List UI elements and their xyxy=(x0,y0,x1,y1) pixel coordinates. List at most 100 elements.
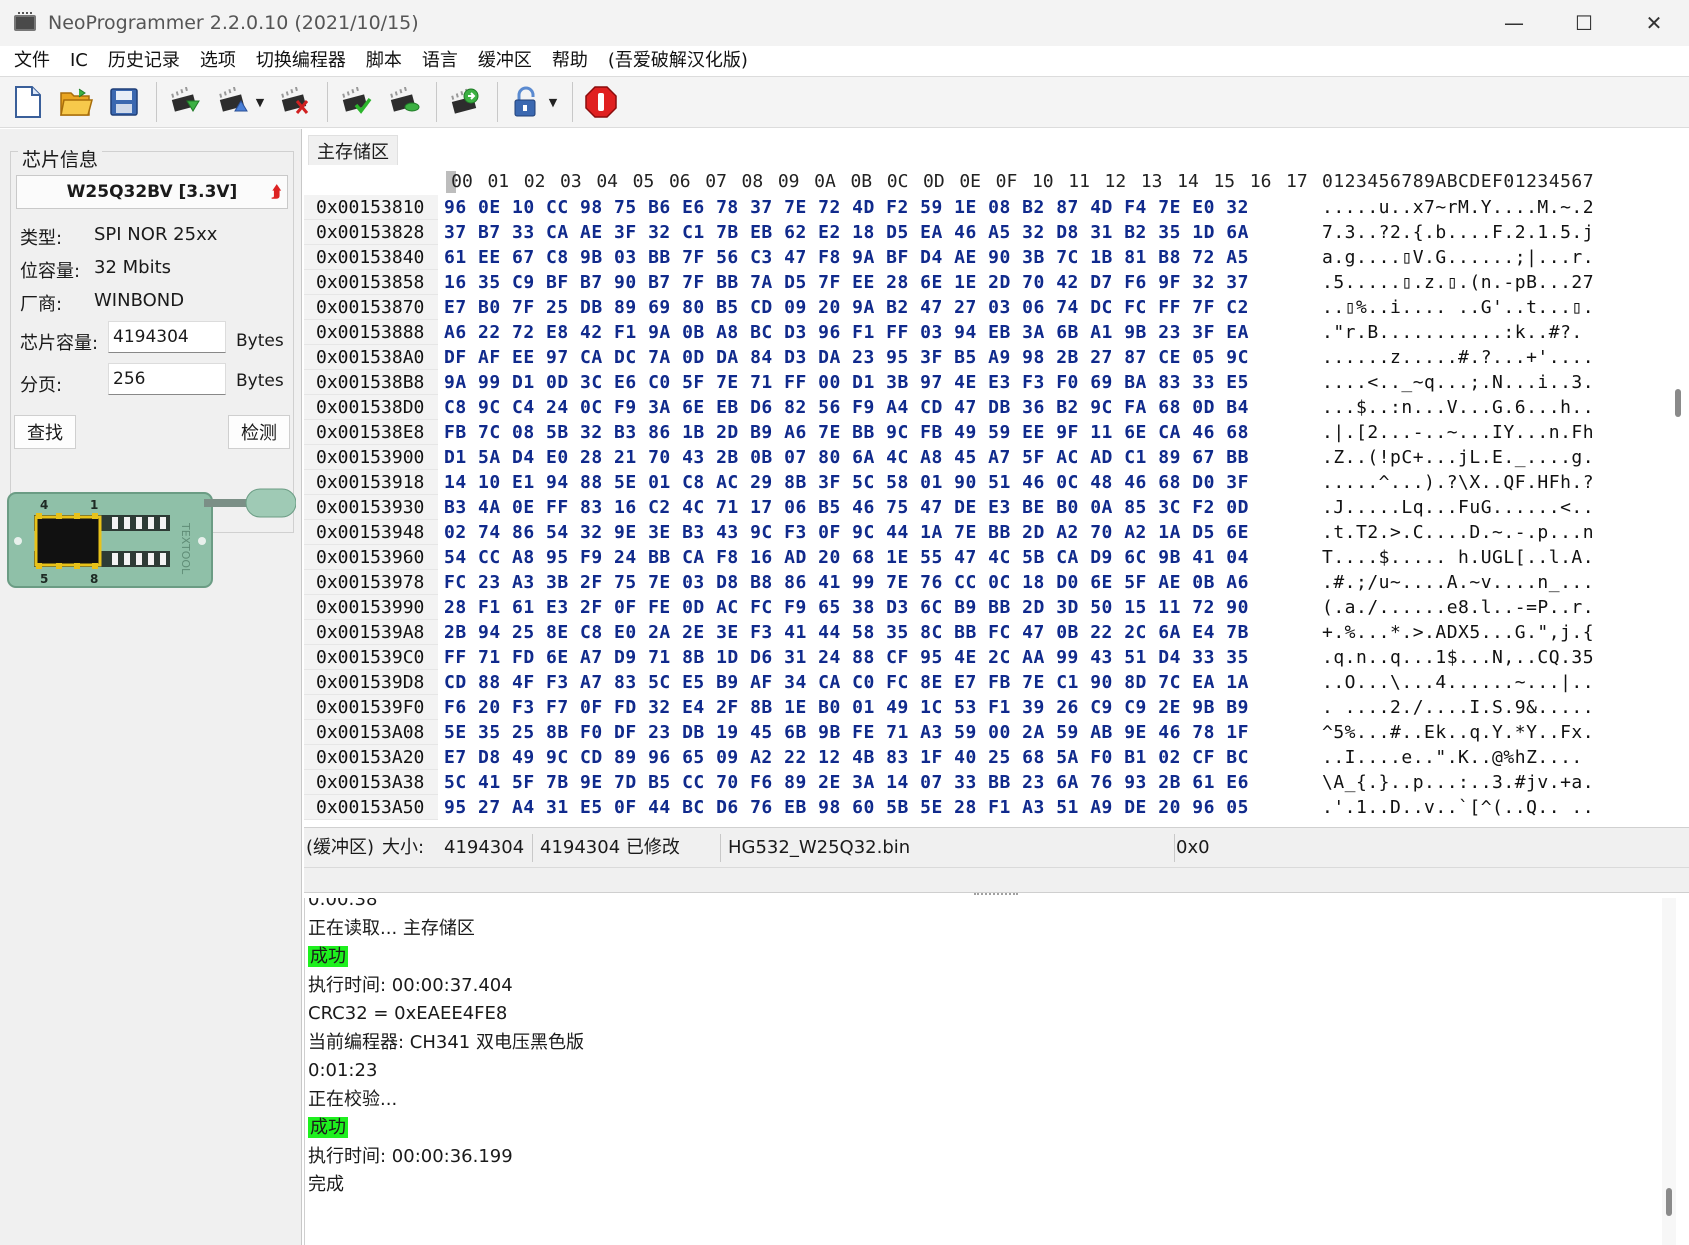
menu-switch-programmer[interactable]: 切换编程器 xyxy=(246,46,356,76)
hex-row-ascii[interactable]: ."r.B...........:k..#?. xyxy=(1322,320,1583,345)
detect-button[interactable]: 检测 xyxy=(228,415,290,449)
menu-history[interactable]: 历史记录 xyxy=(98,46,190,76)
page-size-field[interactable]: 256 xyxy=(108,363,226,395)
hex-row-ascii[interactable]: .'.1..D..v..`[^(..Q.. .. xyxy=(1322,795,1594,820)
hex-row[interactable]: 0x00153840 61 EE 67 C8 9B 03 BB 7F 56 C3 … xyxy=(304,245,1664,270)
panel-splitter[interactable] xyxy=(974,893,1018,897)
hex-row[interactable]: 0x00153918 14 10 E1 94 88 5E 01 C8 AC 29 … xyxy=(304,470,1664,495)
hex-row-ascii[interactable]: 7.3..?2.{.b....F.2.1.5.j xyxy=(1322,220,1594,245)
hex-row[interactable]: 0x001538B8 9A 99 D1 0D 3C E6 C0 5F 7E 71 … xyxy=(304,370,1664,395)
hex-row-ascii[interactable]: .....^...).?\X..QF.HFh.? xyxy=(1322,470,1594,495)
hex-row[interactable]: 0x00153930 B3 4A 0E FF 83 16 C2 4C 71 17 … xyxy=(304,495,1664,520)
menu-file[interactable]: 文件 xyxy=(4,46,60,76)
hex-row[interactable]: 0x00153870 E7 B0 7F 25 DB 89 69 80 B5 CD … xyxy=(304,295,1664,320)
tab-main-memory[interactable]: 主存储区 xyxy=(308,135,398,165)
write-options-dropdown[interactable]: ▼ xyxy=(253,80,267,124)
maximize-button[interactable]: ☐ xyxy=(1549,0,1619,46)
hex-row-bytes[interactable]: F6 20 F3 F7 0F FD 32 E4 2F 8B 1E B0 01 4… xyxy=(444,695,1249,720)
horizontal-scrollbar[interactable] xyxy=(304,867,1689,893)
hex-grid[interactable]: 00 01 02 03 04 05 06 07 08 09 0A 0B 0C 0D 0E 0F 10 11 12 13… xyxy=(304,169,1664,820)
hex-row-bytes[interactable]: 9A 99 D1 0D 3C E6 C0 5F 7E 71 FF 00 D1 3… xyxy=(444,370,1249,395)
hex-row[interactable]: 0x00153828 37 B7 33 CA AE 3F 32 C1 7B EB … xyxy=(304,220,1664,245)
menu-help[interactable]: 帮助 xyxy=(542,46,598,76)
hex-row-bytes[interactable]: 28 F1 61 E3 2F 0F FE 0D AC FC F9 65 38 D… xyxy=(444,595,1249,620)
pdf-datasheet-icon[interactable]: ⮭ xyxy=(272,182,281,202)
hex-row[interactable]: 0x00153948 02 74 86 54 32 9E 3E B3 43 9C … xyxy=(304,520,1664,545)
hex-row-ascii[interactable]: +.%...*.>.ADX5...G.",j.{ xyxy=(1322,620,1594,645)
hex-row-bytes[interactable]: 96 0E 10 CC 98 75 B6 E6 78 37 7E 72 4D F… xyxy=(444,195,1249,220)
hex-row[interactable]: 0x001539A8 2B 94 25 8E C8 E0 2A 2E 3E F3 … xyxy=(304,620,1664,645)
hex-row[interactable]: 0x001538D0 C8 9C C4 24 0C F9 3A 6E EB D6 … xyxy=(304,395,1664,420)
menu-language[interactable]: 语言 xyxy=(412,46,468,76)
hex-row-ascii[interactable]: .|.[2...-..~...IY...n.Fh xyxy=(1322,420,1594,445)
hex-row-ascii[interactable]: .q.n..q...1$...N,..CQ.35 xyxy=(1322,645,1594,670)
hex-row-ascii[interactable]: .J.....Lq...FuG......<.. xyxy=(1322,495,1594,520)
hex-row[interactable]: 0x00153858 16 35 C9 BF B7 90 B7 7F BB 7A … xyxy=(304,270,1664,295)
chip-size-field[interactable]: 4194304 xyxy=(108,321,226,353)
log-scrollbar[interactable] xyxy=(1662,898,1676,1245)
hex-row-bytes[interactable]: 16 35 C9 BF B7 90 B7 7F BB 7A D5 7F EE 2… xyxy=(444,270,1249,295)
hex-row-ascii[interactable]: .t.T2.>.C....D.~.-.p...n xyxy=(1322,520,1594,545)
open-file-button[interactable] xyxy=(56,80,96,124)
hex-row-ascii[interactable]: .....u..x7~rM.Y....M.~.2 xyxy=(1322,195,1594,220)
hex-row[interactable]: 0x00153978 FC 23 A3 3B 2F 75 7E 03 D8 B8 … xyxy=(304,570,1664,595)
hex-row[interactable]: 0x00153A08 5E 35 25 8B F0 DF 23 DB 19 45 … xyxy=(304,720,1664,745)
hex-row[interactable]: 0x00153888 A6 22 72 E8 42 F1 9A 0B A8 BC … xyxy=(304,320,1664,345)
auto-button[interactable] xyxy=(445,80,485,124)
menu-credit[interactable]: (吾爱破解汉化版) xyxy=(598,46,758,76)
verify-chip-button[interactable] xyxy=(336,80,376,124)
hex-row-bytes[interactable]: C8 9C C4 24 0C F9 3A 6E EB D6 82 56 F9 A… xyxy=(444,395,1249,420)
hex-row-ascii[interactable]: a.g....▯V.G......;|...r. xyxy=(1322,245,1594,270)
write-chip-button[interactable] xyxy=(213,80,253,124)
hex-row-ascii[interactable]: ..▯%..i.... ..G'..t...▯. xyxy=(1322,295,1594,320)
erase-chip-button[interactable] xyxy=(275,80,315,124)
menu-buffer[interactable]: 缓冲区 xyxy=(468,46,542,76)
hex-row[interactable]: 0x001539F0 F6 20 F3 F7 0F FD 32 E4 2F 8B … xyxy=(304,695,1664,720)
log-scrollbar-thumb[interactable] xyxy=(1666,1188,1672,1216)
hex-row-bytes[interactable]: E7 B0 7F 25 DB 89 69 80 B5 CD 09 20 9A B… xyxy=(444,295,1249,320)
close-button[interactable]: ✕ xyxy=(1619,0,1689,46)
hex-row-bytes[interactable]: 02 74 86 54 32 9E 3E B3 43 9C F3 0F 9C 4… xyxy=(444,520,1249,545)
hex-row[interactable]: 0x00153900 D1 5A D4 E0 28 21 70 43 2B 0B … xyxy=(304,445,1664,470)
hex-row[interactable]: 0x001538A0 DF AF EE 97 CA DC 7A 0D DA 84 … xyxy=(304,345,1664,370)
hex-row-ascii[interactable]: ...$..:n...V...G.6...h.. xyxy=(1322,395,1594,420)
hex-row-bytes[interactable]: D1 5A D4 E0 28 21 70 43 2B 0B 07 80 6A 4… xyxy=(444,445,1249,470)
hex-row-ascii[interactable]: ^5%...#..Ek..q.Y.*Y..Fx. xyxy=(1322,720,1594,745)
hex-row-ascii[interactable]: ....<.._~q...;.N...i..3. xyxy=(1322,370,1594,395)
hex-row-bytes[interactable]: B3 4A 0E FF 83 16 C2 4C 71 17 06 B5 46 7… xyxy=(444,495,1249,520)
hex-row[interactable]: 0x00153810 96 0E 10 CC 98 75 B6 E6 78 37 … xyxy=(304,195,1664,220)
lock-button[interactable] xyxy=(506,80,546,124)
hex-row-ascii[interactable]: ..O...\...4......~...|.. xyxy=(1322,670,1594,695)
hex-row-bytes[interactable]: 95 27 A4 31 E5 0F 44 BC D6 76 EB 98 60 5… xyxy=(444,795,1249,820)
menu-ic[interactable]: IC xyxy=(60,46,98,76)
hex-row-ascii[interactable]: \A_{.}..p...:..3.#jv.+a. xyxy=(1322,770,1594,795)
hex-row-ascii[interactable]: ......z.....#.?...+'.... xyxy=(1322,345,1594,370)
hex-row-bytes[interactable]: FF 71 FD 6E A7 D9 71 8B 1D D6 31 24 88 C… xyxy=(444,645,1249,670)
hex-row[interactable]: 0x00153A50 95 27 A4 31 E5 0F 44 BC D6 76 … xyxy=(304,795,1664,820)
hex-row-bytes[interactable]: CD 88 4F F3 A7 83 5C E5 B9 AF 34 CA C0 F… xyxy=(444,670,1249,695)
hex-row-ascii[interactable]: ..I....e..".K..@%hZ.... xyxy=(1322,745,1583,770)
new-file-button[interactable] xyxy=(8,80,48,124)
hex-row-bytes[interactable]: E7 D8 49 9C CD 89 96 65 09 A2 22 12 4B 8… xyxy=(444,745,1249,770)
hex-row-ascii[interactable]: . ....2./....I.S.9&..... xyxy=(1322,695,1594,720)
hex-row-bytes[interactable]: 14 10 E1 94 88 5E 01 C8 AC 29 8B 3F 5C 5… xyxy=(444,470,1249,495)
hex-row[interactable]: 0x001539C0 FF 71 FD 6E A7 D9 71 8B 1D D6 … xyxy=(304,645,1664,670)
hex-row-ascii[interactable]: T....$..... h.UGL[..l.A. xyxy=(1322,545,1594,570)
read-chip-button[interactable] xyxy=(165,80,205,124)
hex-row-ascii[interactable]: (.a./......e8.l..-=P..r. xyxy=(1322,595,1594,620)
hex-row[interactable]: 0x001539D8 CD 88 4F F3 A7 83 5C E5 B9 AF … xyxy=(304,670,1664,695)
find-button[interactable]: 查找 xyxy=(14,415,76,449)
hex-row-bytes[interactable]: 2B 94 25 8E C8 E0 2A 2E 3E F3 41 44 58 3… xyxy=(444,620,1249,645)
hex-row-bytes[interactable]: 54 CC A8 95 F9 24 BB CA F8 16 AD 20 68 1… xyxy=(444,545,1249,570)
hex-row-bytes[interactable]: FB 7C 08 5B 32 B3 86 1B 2D B9 A6 7E BB 9… xyxy=(444,420,1249,445)
hex-row-bytes[interactable]: A6 22 72 E8 42 F1 9A 0B A8 BC D3 96 F1 F… xyxy=(444,320,1249,345)
hex-row-bytes[interactable]: 37 B7 33 CA AE 3F 32 C1 7B EB 62 E2 18 D… xyxy=(444,220,1249,245)
hex-row-bytes[interactable]: FC 23 A3 3B 2F 75 7E 03 D8 B8 86 41 99 7… xyxy=(444,570,1249,595)
hex-row-ascii[interactable]: .Z..(!pC+...jL.E._....g. xyxy=(1322,445,1594,470)
save-file-button[interactable] xyxy=(104,80,144,124)
hex-row-bytes[interactable]: 5C 41 5F 7B 9E 7D B5 CC 70 F6 89 2E 3A 1… xyxy=(444,770,1249,795)
hex-row[interactable]: 0x00153990 28 F1 61 E3 2F 0F FE 0D AC FC … xyxy=(304,595,1664,620)
hex-row[interactable]: 0x00153A38 5C 41 5F 7B 9E 7D B5 CC 70 F6 … xyxy=(304,770,1664,795)
hex-row-bytes[interactable]: 5E 35 25 8B F0 DF 23 DB 19 45 6B 9B FE 7… xyxy=(444,720,1249,745)
hex-row[interactable]: 0x00153960 54 CC A8 95 F9 24 BB CA F8 16 … xyxy=(304,545,1664,570)
